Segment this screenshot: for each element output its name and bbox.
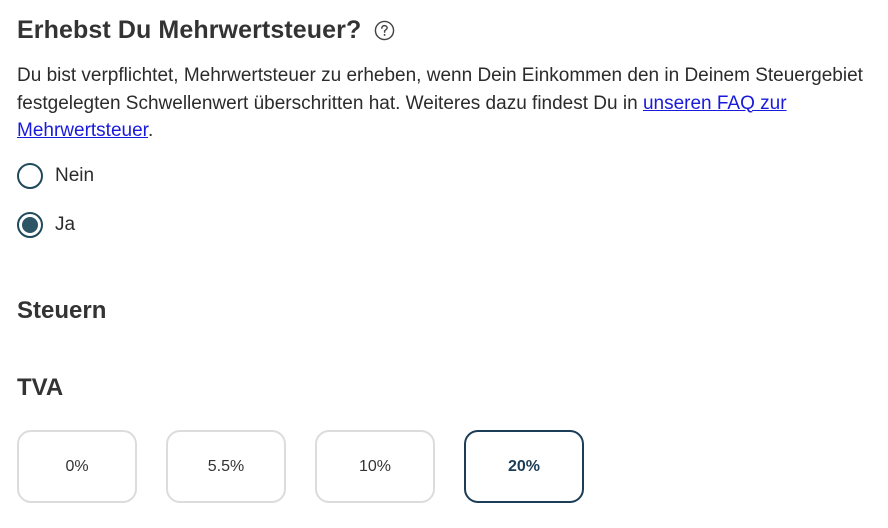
vat-question-header: Erhebst Du Mehrwertsteuer? <box>17 12 877 48</box>
radio-nein-label[interactable]: Nein <box>55 165 94 187</box>
radio-selected-dot <box>22 216 38 233</box>
rate-button-10[interactable]: 10% <box>315 430 435 503</box>
radio-ja[interactable] <box>17 211 43 238</box>
radio-option-nein[interactable]: Nein <box>17 161 877 191</box>
rate-button-0[interactable]: 0% <box>17 430 137 503</box>
taxes-heading: Steuern <box>17 297 107 324</box>
vat-question-title: Erhebst Du Mehrwertsteuer? <box>17 15 362 44</box>
question-circle-icon[interactable] <box>373 19 395 41</box>
vat-description-suffix: . <box>147 120 154 141</box>
radio-ja-label[interactable]: Ja <box>55 214 75 236</box>
radio-option-ja[interactable]: Ja <box>17 210 877 240</box>
tva-heading: TVA <box>17 374 64 401</box>
vat-description: Du bist verpflichtet, Mehrwertsteuer zu … <box>17 62 867 145</box>
vat-section: Erhebst Du Mehrwertsteuer? Du bist verpf… <box>17 12 877 259</box>
radio-nein[interactable] <box>17 162 43 189</box>
vat-radio-group: Nein Ja <box>17 161 877 240</box>
rate-button-5-5[interactable]: 5.5% <box>166 430 286 503</box>
tva-rate-options: 0% 5.5% 10% 20% <box>17 430 613 503</box>
rate-button-20[interactable]: 20% <box>464 430 584 503</box>
